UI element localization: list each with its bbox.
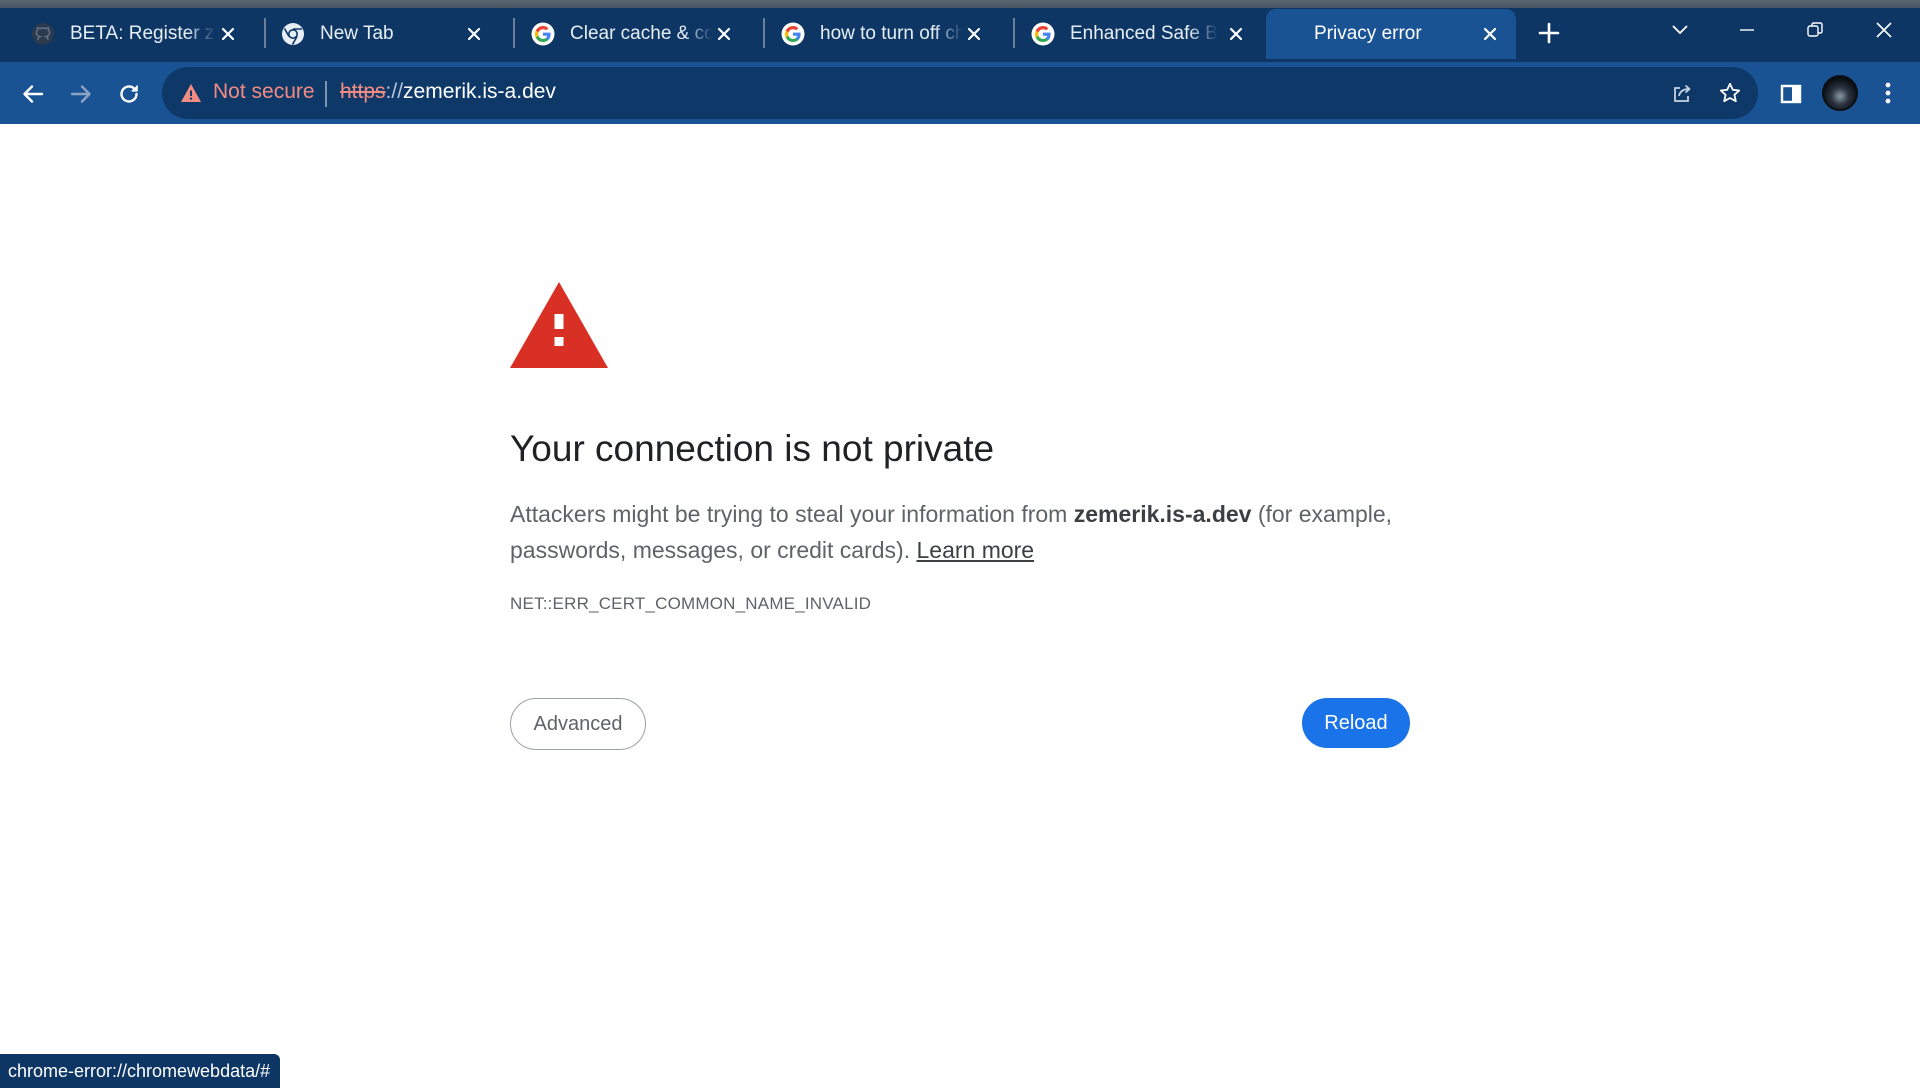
error-code: NET::ERR_CERT_COMMON_NAME_INVALID — [510, 594, 872, 613]
menu-button[interactable] — [1870, 75, 1906, 111]
url-text[interactable]: https://zemerik.is-a.dev — [340, 80, 556, 104]
interstitial-page: Your connection is not private Attackers… — [0, 124, 1920, 1088]
close-tab-icon[interactable] — [713, 22, 736, 46]
github-icon — [30, 21, 56, 47]
explanation-host: zemerik.is-a.dev — [1073, 501, 1252, 527]
explanation-start: Attackers might be trying to steal your … — [510, 501, 1074, 527]
forward-button[interactable] — [62, 75, 100, 113]
side-panel-button[interactable] — [1772, 75, 1810, 113]
back-button[interactable] — [14, 75, 52, 113]
url-host: zemerik.is-a.dev — [403, 80, 556, 103]
reload-toolbar-button[interactable] — [110, 75, 148, 113]
close-icon — [1876, 22, 1892, 38]
advanced-button[interactable]: Advanced — [510, 698, 646, 750]
google-icon — [1030, 21, 1056, 47]
bookmark-star-icon[interactable] — [1716, 79, 1744, 107]
tab-new-tab[interactable]: New Tab — [250, 9, 500, 59]
tab-title: Clear cache & cookies — [570, 23, 713, 44]
reload-button[interactable]: Reload — [1302, 698, 1410, 748]
browser-toolbar: Not secure https://zemerik.is-a.dev — [0, 62, 1920, 124]
tab-title: New Tab — [320, 23, 394, 44]
tab-enhanced-safe-browsing[interactable]: Enhanced Safe Browsing — [1000, 9, 1262, 59]
google-icon — [530, 21, 556, 47]
more-vertical-icon — [1885, 82, 1891, 104]
arrow-right-icon — [70, 85, 91, 103]
arrow-left-icon — [23, 85, 44, 103]
close-window-button[interactable] — [1862, 10, 1906, 50]
address-bar[interactable]: Not secure https://zemerik.is-a.dev — [162, 67, 1758, 119]
close-tab-icon[interactable] — [463, 22, 486, 46]
close-tab-icon[interactable] — [1224, 22, 1248, 46]
restore-button[interactable] — [1793, 10, 1837, 50]
tab-title: Enhanced Safe Browsing — [1070, 23, 1218, 44]
tab-title: BETA: Register zemerik — [70, 23, 216, 44]
omnibox-divider — [325, 81, 327, 107]
chevron-down-icon — [1672, 25, 1688, 35]
explanation-text: Attackers might be trying to steal your … — [510, 496, 1410, 568]
tab-github[interactable]: BETA: Register zemerik — [0, 9, 254, 59]
reload-icon — [120, 85, 138, 103]
tab-privacy-error[interactable]: Privacy error — [1266, 9, 1516, 59]
tab-clear-cache[interactable]: Clear cache & cookies — [500, 9, 750, 59]
page-title: Your connection is not private — [510, 428, 995, 469]
close-tab-icon[interactable] — [1478, 22, 1502, 46]
chrome-icon — [280, 21, 306, 47]
url-separator: :// — [385, 80, 404, 103]
tab-strip: BETA: Register zemerik New Tab Clear cac… — [0, 0, 1920, 62]
share-icon[interactable] — [1668, 79, 1696, 107]
tab-title: how to turn off chrome — [820, 23, 963, 44]
close-tab-icon[interactable] — [216, 22, 240, 46]
profile-avatar[interactable] — [1822, 75, 1858, 111]
minimize-icon — [1740, 29, 1754, 31]
tab-turn-off-chrome[interactable]: how to turn off chrome — [750, 9, 1000, 59]
side-panel-icon — [1780, 84, 1802, 104]
url-scheme: https — [340, 80, 386, 103]
restore-icon — [1807, 22, 1823, 37]
warning-icon[interactable] — [180, 82, 202, 104]
close-tab-icon[interactable] — [963, 22, 986, 46]
minimize-button[interactable] — [1725, 10, 1769, 50]
security-status[interactable]: Not secure — [213, 80, 315, 104]
red-warning-triangle-icon — [510, 282, 608, 368]
new-tab-button[interactable] — [1532, 16, 1566, 50]
google-icon — [780, 21, 806, 47]
status-bubble: chrome-error://chromewebdata/# — [0, 1054, 281, 1088]
plus-icon — [1538, 22, 1560, 44]
tab-search-button[interactable] — [1658, 10, 1702, 50]
learn-more-link[interactable]: Learn more — [916, 537, 1034, 563]
tab-title: Privacy error — [1314, 23, 1422, 44]
